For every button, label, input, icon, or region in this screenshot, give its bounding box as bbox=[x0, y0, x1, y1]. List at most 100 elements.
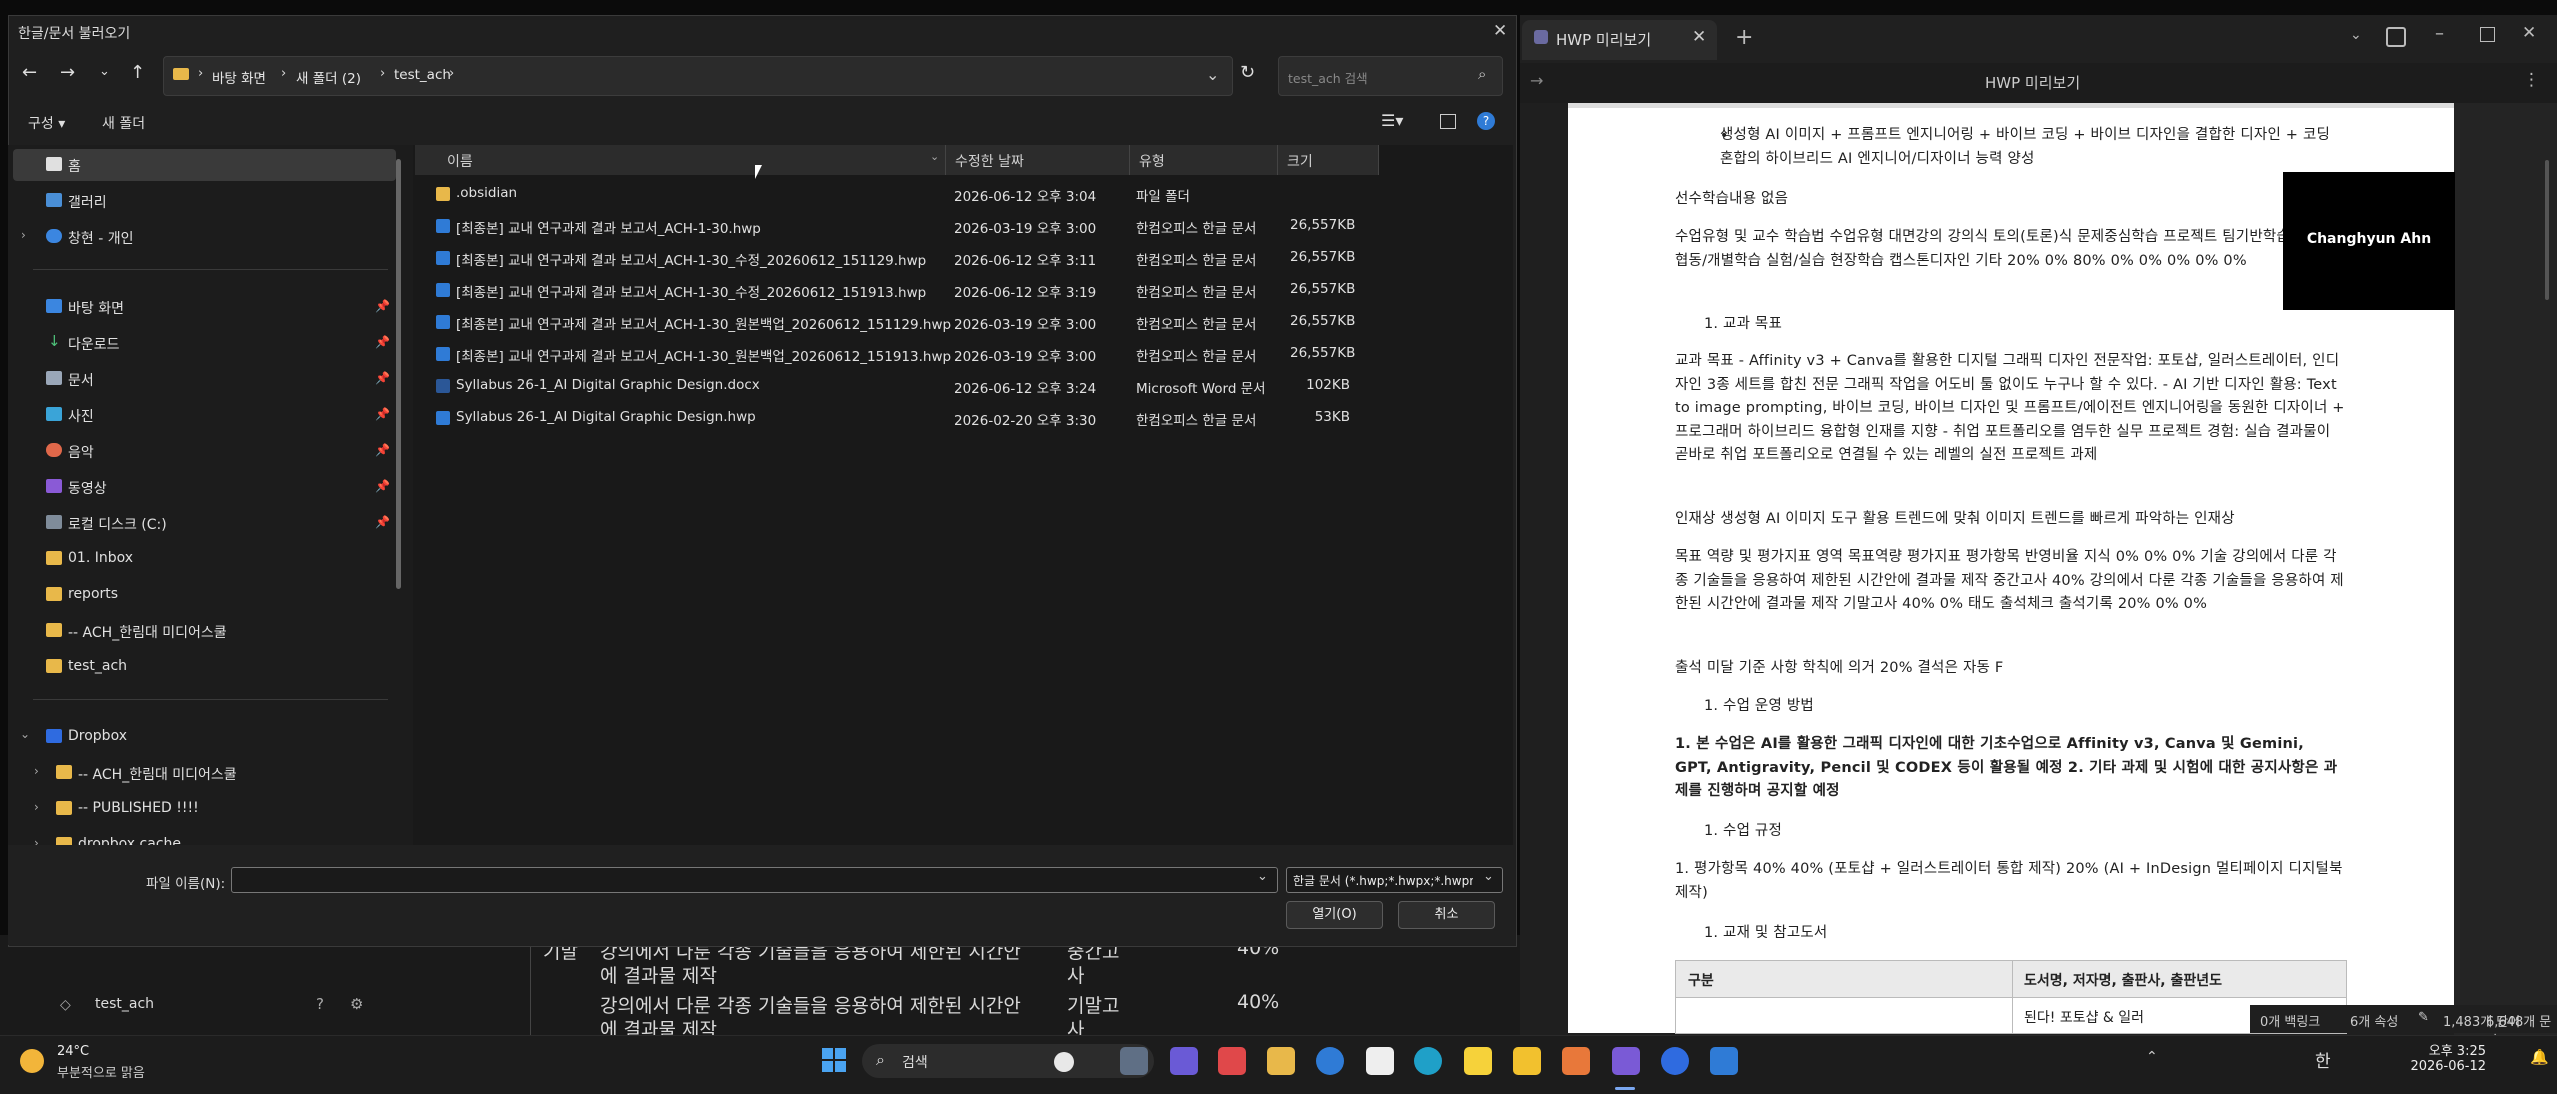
minimize-icon[interactable]: – bbox=[2435, 23, 2444, 44]
more-options-icon[interactable]: ⋮ bbox=[2523, 70, 2540, 90]
sidebar-item-folder[interactable]: test_ach bbox=[8, 650, 388, 684]
notification-icon[interactable]: 🔔 bbox=[2530, 1048, 2549, 1066]
pin-icon[interactable]: 📌 bbox=[375, 371, 390, 385]
search-input[interactable]: test_ach 검색 ⌕ bbox=[1278, 56, 1503, 96]
column-sort-icon[interactable]: ⌄ bbox=[930, 150, 939, 163]
expand-chevron-icon[interactable]: › bbox=[21, 228, 26, 242]
file-row[interactable]: .obsidian 2026-06-12 오후 3:04 파일 폴더 bbox=[430, 178, 1430, 210]
forward-icon[interactable]: → bbox=[1530, 71, 1543, 90]
address-bar[interactable]: › 바탕 화면 › 새 폴더 (2) › test_ach › ⌄ bbox=[163, 56, 1233, 96]
kakaotalk-icon[interactable] bbox=[1464, 1047, 1492, 1075]
sticky-notes-icon[interactable] bbox=[1513, 1047, 1541, 1075]
preview-pane-icon[interactable] bbox=[1440, 114, 1456, 129]
file-row[interactable]: [최종본] 교내 연구과제 결과 보고서_ACH-1-30_수정_2026061… bbox=[430, 274, 1430, 306]
file-row[interactable]: Syllabus 26-1_AI Digital Graphic Design.… bbox=[430, 402, 1430, 434]
obsidian-icon[interactable] bbox=[1612, 1047, 1640, 1075]
maximize-icon[interactable] bbox=[2480, 27, 2495, 42]
breadcrumb-item[interactable]: 새 폴더 (2) bbox=[296, 67, 361, 87]
help-icon[interactable]: ? bbox=[316, 995, 324, 1013]
bg-folder-label[interactable]: test_ach bbox=[95, 996, 154, 1012]
clock-time[interactable]: 오후 3:25 bbox=[2396, 1040, 2486, 1059]
collapse-chevron-icon[interactable]: ⌄ bbox=[20, 727, 30, 741]
filename-input[interactable]: ⌄ bbox=[231, 867, 1278, 893]
sidebar-scrollbar[interactable] bbox=[396, 159, 401, 589]
pin-icon[interactable]: 📌 bbox=[375, 407, 390, 421]
sidebar-item-pictures[interactable]: 사진 📌 bbox=[8, 398, 390, 432]
expand-chevron-icon[interactable]: › bbox=[34, 800, 39, 814]
sidebar-toggle-icon[interactable] bbox=[2386, 27, 2406, 47]
sidebar-item-gallery[interactable]: 갤러리 bbox=[8, 184, 388, 218]
weather-icon[interactable] bbox=[20, 1049, 44, 1073]
column-header-size[interactable]: 크기 bbox=[1278, 145, 1379, 175]
notion-icon[interactable] bbox=[1366, 1047, 1394, 1075]
column-header-name[interactable]: 이름 ⌄ bbox=[415, 145, 946, 175]
ime-indicator[interactable]: 한 bbox=[2315, 1047, 2331, 1072]
sidebar-item-folder[interactable]: 01. Inbox bbox=[8, 542, 388, 576]
expand-chevron-icon[interactable]: › bbox=[34, 764, 39, 778]
view-options-icon[interactable]: ☰▾ bbox=[1381, 111, 1403, 130]
file-row[interactable]: [최종본] 교내 연구과제 결과 보고서_ACH-1-30_원본백업_20260… bbox=[430, 338, 1430, 370]
recent-chevron-icon[interactable]: ⌄ bbox=[99, 64, 110, 79]
filetype-dropdown-icon[interactable]: ⌄ bbox=[1483, 869, 1494, 884]
dialog-close-icon[interactable]: ✕ bbox=[1493, 21, 1507, 41]
edit-icon[interactable]: ✎ bbox=[2418, 1010, 2429, 1025]
sidebar-item-folder[interactable]: › dropbox.cache bbox=[8, 828, 388, 845]
breadcrumb-item[interactable]: 바탕 화면 bbox=[212, 67, 266, 87]
column-header-date[interactable]: 수정한 날짜 bbox=[946, 145, 1130, 175]
pin-icon[interactable]: 📌 bbox=[375, 443, 390, 457]
zoom-icon[interactable] bbox=[1661, 1047, 1689, 1075]
start-icon[interactable] bbox=[822, 1048, 847, 1073]
filetype-select[interactable]: 한글 문서 (*.hwp;*.hwpx;*.hwpm ⌄ bbox=[1286, 867, 1503, 893]
sidebar-item-home[interactable]: 홈 bbox=[8, 148, 388, 182]
app-icon[interactable] bbox=[1170, 1047, 1198, 1075]
chevron-down-icon[interactable]: ⌄ bbox=[2350, 27, 2362, 43]
weather-desc[interactable]: 부분적으로 맑음 bbox=[57, 1062, 145, 1081]
taskbar-search[interactable]: ⌕ 검색 bbox=[862, 1044, 1154, 1078]
address-dropdown-icon[interactable]: ⌄ bbox=[1206, 65, 1219, 84]
pin-icon[interactable]: 📌 bbox=[375, 335, 390, 349]
sidebar-item-onedrive[interactable]: › 창현 - 개인 bbox=[8, 220, 388, 254]
search-icon[interactable]: ⌕ bbox=[1478, 65, 1486, 83]
filename-dropdown-icon[interactable]: ⌄ bbox=[1257, 869, 1268, 884]
sidebar-item-music[interactable]: 음악 📌 bbox=[8, 434, 390, 468]
gear-icon[interactable]: ⚙ bbox=[350, 995, 363, 1013]
new-tab-icon[interactable]: + bbox=[1735, 25, 1753, 50]
hwp-icon[interactable] bbox=[1710, 1047, 1738, 1075]
window-close-icon[interactable]: ✕ bbox=[2522, 23, 2536, 43]
pin-icon[interactable]: 📌 bbox=[375, 299, 390, 313]
file-row[interactable]: Syllabus 26-1_AI Digital Graphic Design.… bbox=[430, 370, 1430, 402]
edge-icon[interactable] bbox=[1414, 1047, 1442, 1075]
forward-icon[interactable]: → bbox=[60, 62, 75, 83]
close-tab-icon[interactable]: ✕ bbox=[1692, 27, 1706, 47]
sidebar-item-desktop[interactable]: 바탕 화면 📌 bbox=[8, 290, 390, 324]
backlinks-count[interactable]: 0개 백링크 bbox=[2260, 1011, 2320, 1030]
weather-temp[interactable]: 24°C bbox=[57, 1044, 89, 1059]
sidebar-item-downloads[interactable]: ↓ 다운로드 📌 bbox=[8, 326, 390, 360]
copilot-icon[interactable] bbox=[1218, 1047, 1246, 1075]
sidebar-item-folder[interactable]: -- ACH_한림대 미디어스쿨 bbox=[8, 614, 388, 648]
file-row[interactable]: [최종본] 교내 연구과제 결과 보고서_ACH-1-30.hwp 2026-03… bbox=[430, 210, 1430, 242]
up-icon[interactable]: ↑ bbox=[130, 62, 145, 83]
browser-icon[interactable] bbox=[1316, 1047, 1344, 1075]
refresh-icon[interactable]: ↻ bbox=[1240, 62, 1255, 83]
file-row[interactable]: [최종본] 교내 연구과제 결과 보고서_ACH-1-30_수정_2026061… bbox=[430, 242, 1430, 274]
sidebar-item-dropbox[interactable]: ⌄ Dropbox bbox=[8, 720, 388, 754]
back-icon[interactable]: ← bbox=[22, 62, 37, 83]
claude-icon[interactable] bbox=[1562, 1047, 1590, 1075]
file-explorer-icon[interactable] bbox=[1267, 1047, 1295, 1075]
task-view-icon[interactable] bbox=[1120, 1047, 1148, 1075]
pin-icon[interactable]: 📌 bbox=[375, 479, 390, 493]
help-icon[interactable]: ? bbox=[1477, 112, 1495, 130]
pin-icon[interactable]: 📌 bbox=[375, 515, 390, 529]
sidebar-item-videos[interactable]: 동영상 📌 bbox=[8, 470, 390, 504]
file-row[interactable]: [최종본] 교내 연구과제 결과 보고서_ACH-1-30_원본백업_20260… bbox=[430, 306, 1430, 338]
new-folder-button[interactable]: 새 폴더 bbox=[102, 113, 145, 133]
expand-chevron-icon[interactable]: › bbox=[34, 836, 39, 845]
column-header-type[interactable]: 유형 bbox=[1130, 145, 1278, 175]
preview-scrollbar[interactable] bbox=[2545, 160, 2549, 300]
preview-tab[interactable]: HWP 미리보기 ✕ bbox=[1522, 20, 1717, 60]
sidebar-item-folder[interactable]: › -- PUBLISHED !!!! bbox=[8, 792, 388, 826]
open-button[interactable]: 열기(O) bbox=[1286, 901, 1383, 929]
organize-button[interactable]: 구성 ▾ bbox=[28, 113, 65, 133]
sidebar-item-documents[interactable]: 문서 📌 bbox=[8, 362, 390, 396]
